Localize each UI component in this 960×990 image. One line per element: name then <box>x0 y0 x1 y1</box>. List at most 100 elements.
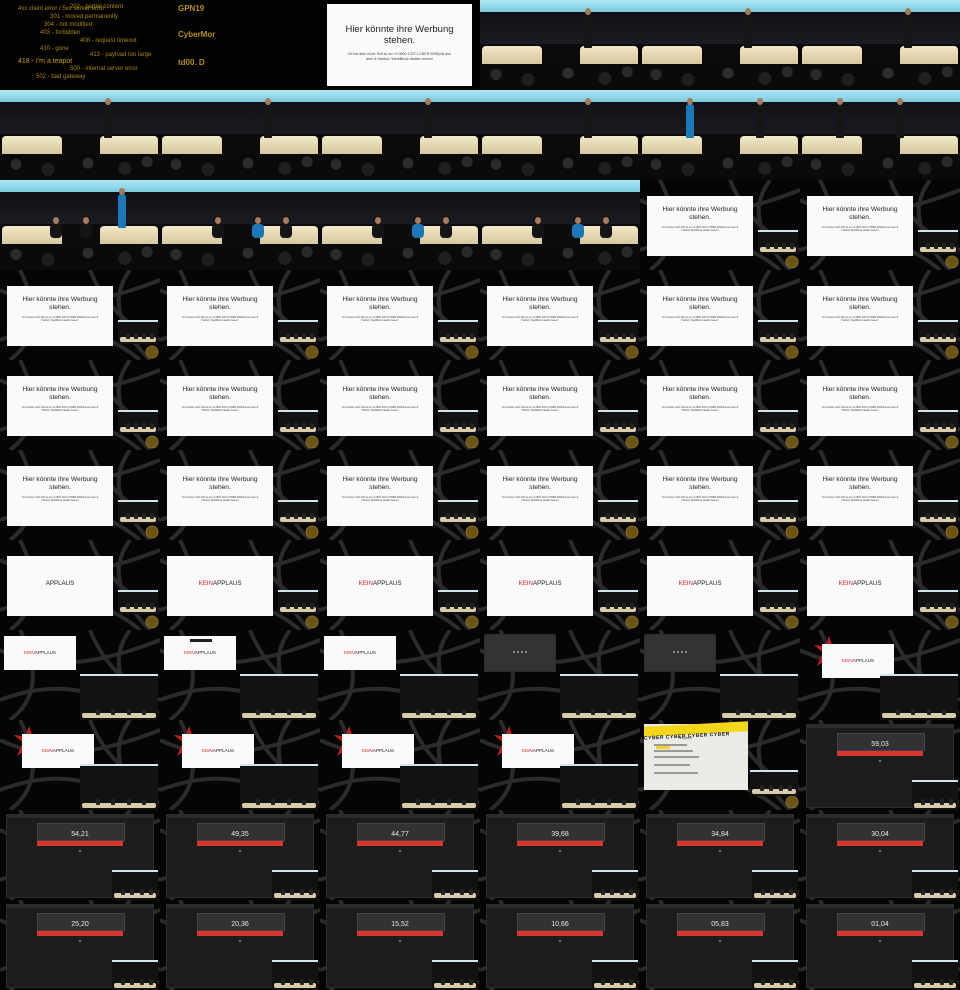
applaus-label: APPLAUS <box>34 650 56 655</box>
speaker-silhouette <box>126 333 130 339</box>
ad-card: Hier könnte ihre Werbung stehen. Ctrl ist… <box>327 286 433 346</box>
stop-button[interactable] <box>677 931 763 936</box>
speaker-silhouette <box>622 513 626 519</box>
status-code-line: 304 - not modified <box>44 22 93 28</box>
ad-slide-tile: Hier könnte ihre Werbung stehen. Ctrl ist… <box>320 0 480 90</box>
status-code-line: 403 - forbidden <box>40 30 81 36</box>
speaker-silhouette <box>454 423 458 429</box>
speaker-silhouette <box>591 799 596 805</box>
speaker-silhouette <box>302 513 306 519</box>
stage-thumbnail <box>80 674 158 720</box>
stage-photo-tile <box>160 180 320 270</box>
text-line <box>654 764 690 766</box>
speaker-silhouette <box>450 889 455 895</box>
caution-tape: CYBER CYBER CYBER CYBER <box>644 721 748 742</box>
stop-button[interactable] <box>357 841 443 846</box>
window-titlebar <box>647 905 793 908</box>
stop-button[interactable] <box>37 841 123 846</box>
applaus-label: APPLAUS <box>194 650 216 655</box>
applaus-text: KEINAPPLAUS <box>22 748 94 753</box>
text-line <box>654 772 698 774</box>
contact-sheet-grid: 4xx client error / 5xx server error 202 -… <box>0 0 960 990</box>
speaker-silhouette <box>622 799 627 805</box>
speaker-silhouette <box>630 603 634 609</box>
audience <box>160 154 320 180</box>
speaker-silhouette <box>142 799 147 805</box>
ad-headline: Hier könnte ihre Werbung stehen. <box>22 296 98 311</box>
stop-button[interactable] <box>357 931 443 936</box>
terminal-word: CyberMor <box>178 30 216 39</box>
speaker-silhouette <box>470 603 474 609</box>
speaker-silhouette <box>614 513 618 519</box>
window-titlebar <box>327 815 473 818</box>
speaker-silhouette <box>934 333 938 339</box>
stop-button[interactable] <box>197 841 283 846</box>
ad-slide-tile: Hier könnte ihre Werbung stehen. Ctrl ist… <box>800 270 960 360</box>
status-code-line: 301 - moved permanently <box>50 14 119 20</box>
kein-label: KEIN <box>202 748 213 753</box>
ad-slide-tile: Hier könnte ihre Werbung stehen. Ctrl ist… <box>0 360 160 450</box>
stop-button[interactable] <box>837 751 923 756</box>
kein-label: KEIN <box>678 580 693 587</box>
stage-thumbnail <box>112 870 158 900</box>
projection-screen <box>320 90 480 102</box>
stop-button[interactable] <box>837 931 923 936</box>
projection-screen <box>800 90 960 102</box>
stage-backdrop <box>0 192 160 224</box>
stage-thumbnail <box>118 410 158 434</box>
ad-slide-tile: Hier könnte ihre Werbung stehen. Ctrl ist… <box>800 360 960 450</box>
speaker-silhouette <box>779 889 784 895</box>
stop-button[interactable] <box>837 841 923 846</box>
stop-button[interactable] <box>197 931 283 936</box>
ad-subline: Ctrl ist aber nicht: Ruf an an +0 0800-1… <box>661 406 739 412</box>
timer-tile: 20,36 <box>160 900 320 990</box>
ad-card: Hier könnte ihre Werbung stehen. Ctrl ist… <box>167 466 273 526</box>
stop-button[interactable] <box>37 931 123 936</box>
cyber-page-tile: CYBER CYBER CYBER CYBER TeCyber! <box>640 720 800 810</box>
speaker-silhouette <box>622 423 626 429</box>
speaker-silhouette <box>896 104 904 138</box>
speaker-silhouette <box>744 14 752 48</box>
stop-button[interactable] <box>517 931 603 936</box>
status-dot <box>239 850 241 852</box>
applaus-tile: KEINAPPLAUS <box>320 720 480 810</box>
stage-photo-tile <box>160 90 320 180</box>
ad-card: Hier könnte ihre Werbung stehen. Ctrl ist… <box>807 196 913 256</box>
speaker-silhouette <box>459 889 464 895</box>
timer-tile: 05,83 <box>640 900 800 990</box>
speaker-silhouette <box>774 333 778 339</box>
speaker-silhouette <box>431 799 436 805</box>
speaker-silhouette <box>470 513 474 519</box>
applaus-card: KEINAPPLAUS <box>822 644 894 678</box>
speaker-silhouette <box>310 423 314 429</box>
applaus-card: KEINAPPLAUS <box>4 636 76 670</box>
ad-subline: Ctrl ist aber nicht: Ruf an an +0 0800-1… <box>341 406 419 412</box>
ad-subline: Ctrl ist aber nicht: Ruf an an +0 0800-1… <box>661 496 739 502</box>
speaker-silhouette <box>939 889 944 895</box>
speaker-silhouette <box>921 799 926 805</box>
speaker-silhouette <box>948 889 953 895</box>
applaus-tile: KEINAPPLAUS <box>640 540 800 630</box>
stage-thumbnail <box>118 320 158 344</box>
speaker-silhouette <box>756 104 764 138</box>
speaker-silhouette <box>630 423 634 429</box>
speaker-head <box>687 98 693 105</box>
stage-backdrop <box>160 102 320 134</box>
applaus-card: KEINAPPLAUS <box>487 556 593 616</box>
stop-button[interactable] <box>517 841 603 846</box>
speaker-silhouette <box>948 979 953 985</box>
speaker-silhouette <box>782 709 787 715</box>
speaker-head <box>585 98 591 105</box>
stop-button[interactable] <box>677 841 763 846</box>
speaker-silhouette <box>286 603 290 609</box>
speaker-silhouette <box>614 333 618 339</box>
stage-backdrop <box>0 102 160 134</box>
ad-headline: Hier könnte ihre Werbung stehen. <box>662 476 738 491</box>
stage-photo-tile <box>0 180 160 270</box>
terminal-tile: GPN19 CyberMor td00. D <box>160 0 320 90</box>
app-window <box>644 634 716 672</box>
speaker-silhouette <box>950 513 954 519</box>
status-dot <box>79 850 81 852</box>
projection-screen <box>800 0 960 12</box>
speaker-silhouette <box>462 333 466 339</box>
